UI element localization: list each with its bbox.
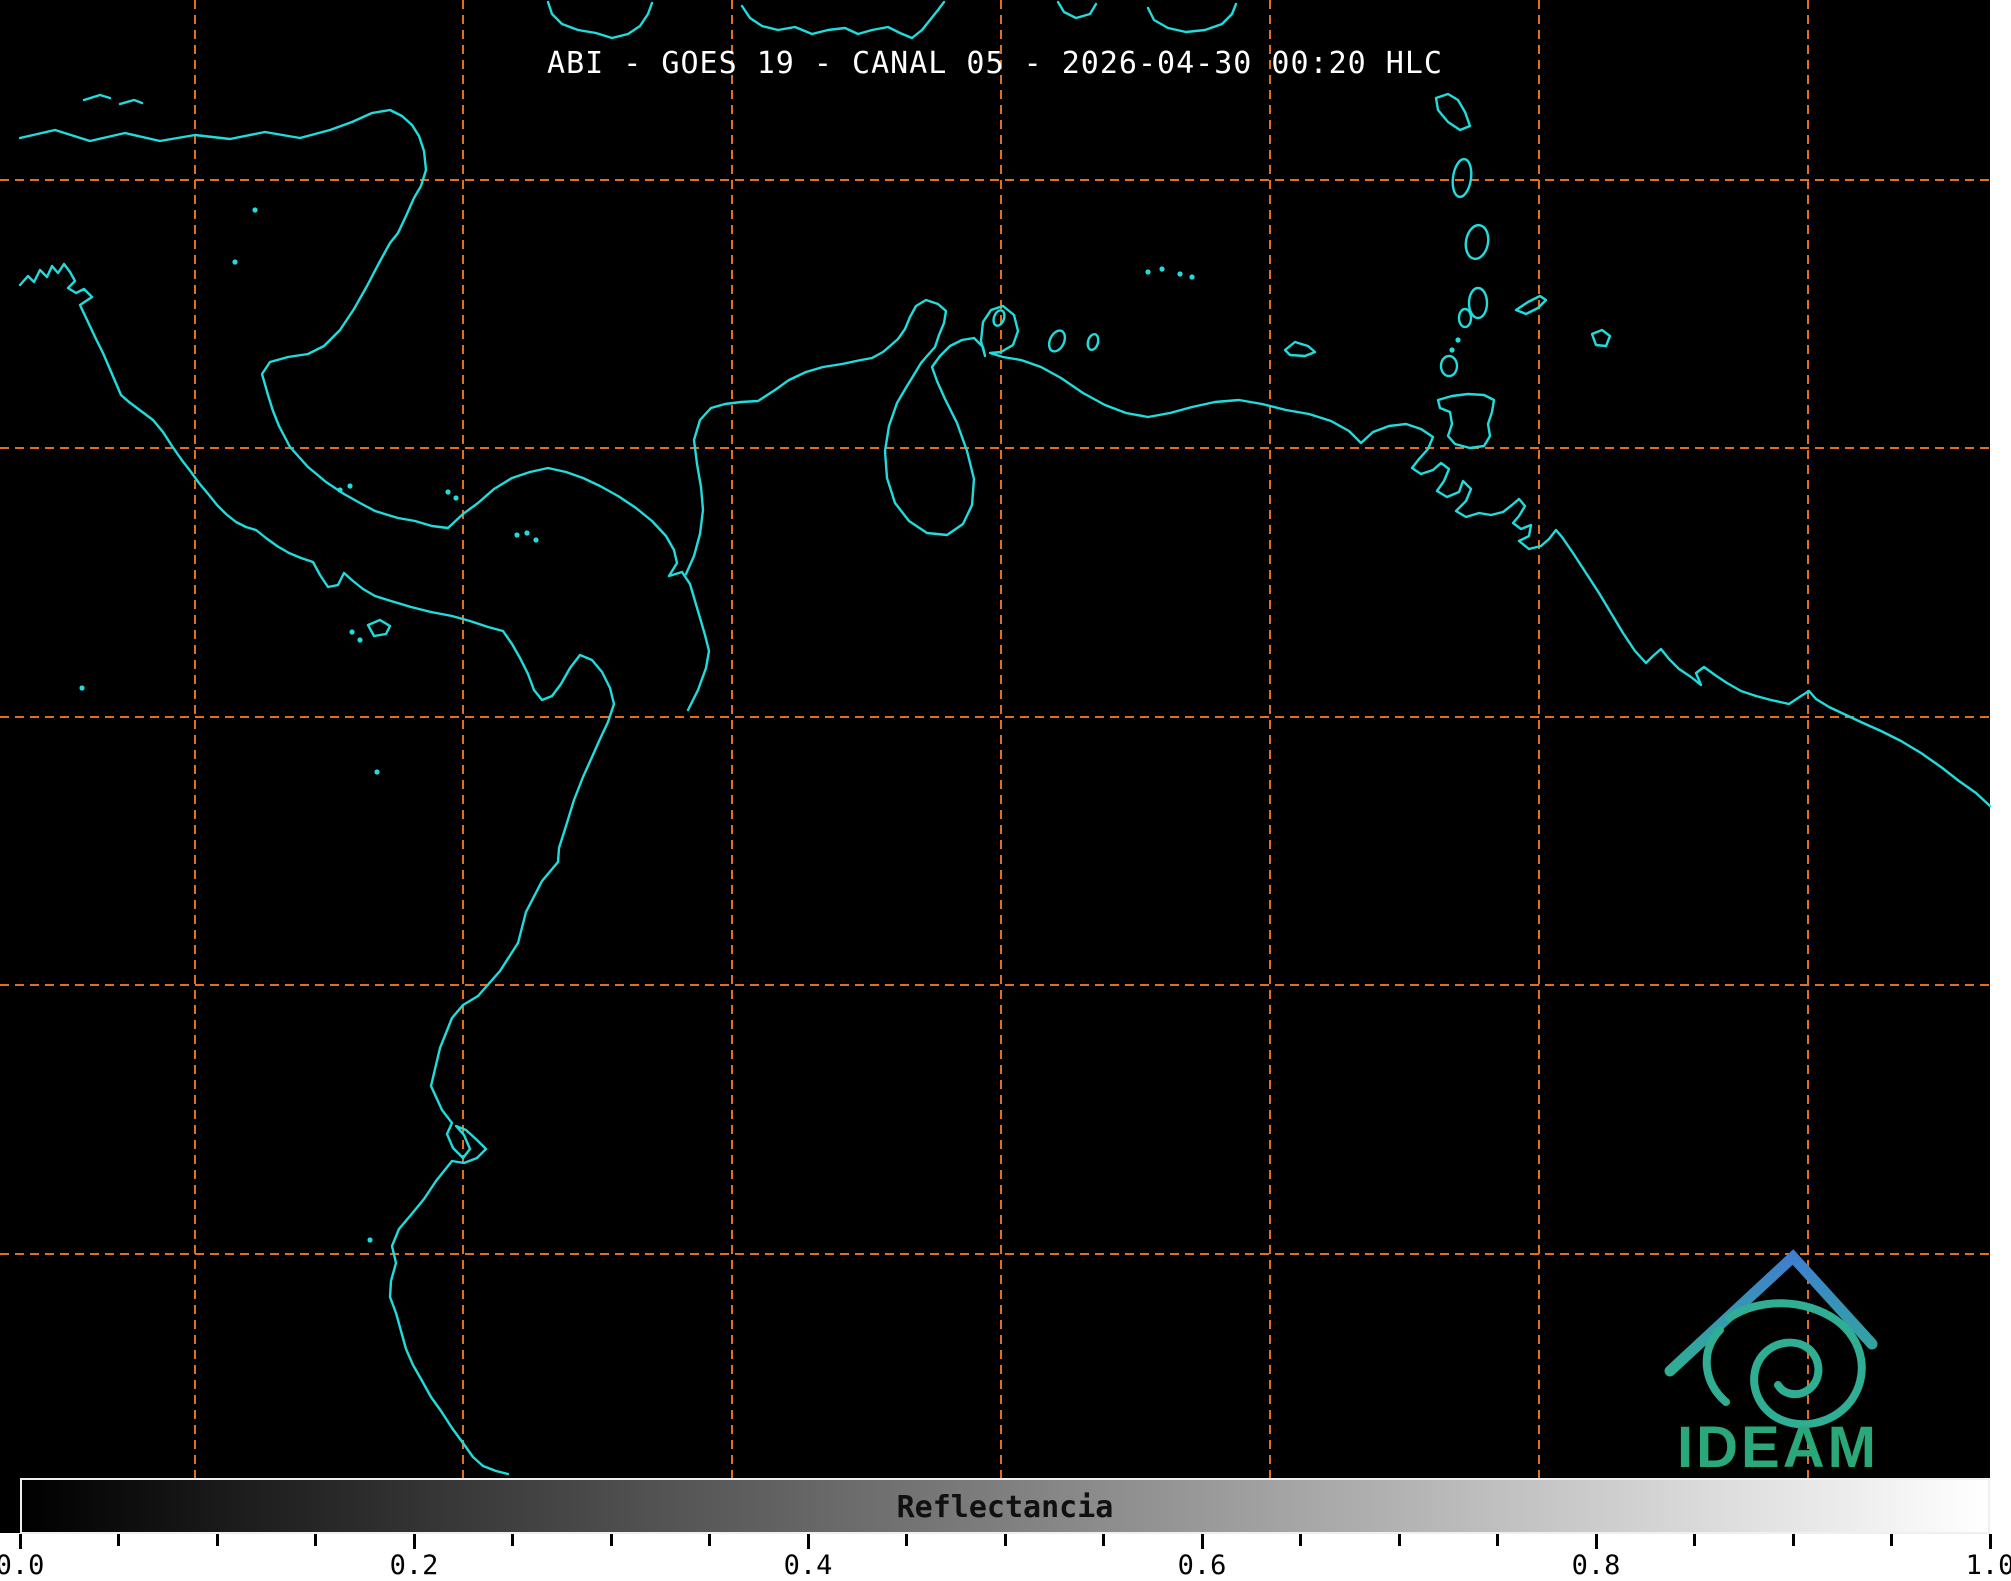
colorbar-minor-tick bbox=[1496, 1534, 1499, 1546]
colorbar-minor-tick bbox=[1003, 1534, 1007, 1546]
colorbar-minor-tick bbox=[1299, 1534, 1302, 1546]
los-roques-islet bbox=[1145, 269, 1151, 275]
colorbar-tick-label: 0.0 bbox=[0, 1550, 45, 1581]
product-title: ABI - GOES 19 - CANAL 05 - 2026-04-30 00… bbox=[547, 46, 1443, 81]
colorbar-minor-tick bbox=[1693, 1534, 1696, 1546]
colorbar-tick-label: 0.4 bbox=[783, 1550, 833, 1581]
colorbar-tick-label: 0.8 bbox=[1571, 1550, 1621, 1581]
bocas-islet bbox=[347, 483, 353, 489]
providencia-islet bbox=[252, 207, 258, 213]
grenadine-islet bbox=[1455, 337, 1461, 343]
colorbar-minor-tick bbox=[1791, 1534, 1795, 1546]
grenadine-islet bbox=[1449, 347, 1455, 353]
colorbar-major-tick bbox=[1988, 1534, 1992, 1549]
colorbar-tick-label: 0.6 bbox=[1177, 1550, 1227, 1581]
colorbar-label: Reflectancia bbox=[896, 1490, 1114, 1525]
colorbar-major-tick bbox=[412, 1534, 416, 1549]
colorbar-minor-tick bbox=[609, 1534, 613, 1546]
los-roques-islet bbox=[1159, 266, 1165, 272]
colorbar-minor-tick bbox=[117, 1534, 120, 1546]
colorbar-minor-tick bbox=[905, 1534, 908, 1546]
pacific-islet bbox=[374, 769, 380, 775]
colorbar-minor-tick bbox=[215, 1534, 219, 1546]
colorbar-major-tick bbox=[18, 1534, 22, 1549]
colorbar-tick-label: 1.0 bbox=[1965, 1550, 2011, 1581]
pacific-islet bbox=[79, 685, 85, 691]
canal-lake-islet bbox=[453, 495, 459, 501]
pearl-islet bbox=[514, 532, 520, 538]
satellite-product-figure: IDEAM ABI - GOES 19 - CANAL 05 - 2026-04… bbox=[0, 0, 2011, 1581]
map-background bbox=[0, 0, 1990, 1533]
bocas-islet bbox=[337, 487, 343, 493]
los-roques-islet bbox=[1177, 271, 1183, 277]
map-canvas: IDEAM bbox=[0, 0, 1992, 1533]
colorbar-major-tick bbox=[806, 1534, 810, 1549]
coiba-islet bbox=[349, 629, 355, 635]
los-roques-islet bbox=[1189, 274, 1195, 280]
pacific-islet bbox=[367, 1237, 373, 1243]
canal-lake-islet bbox=[445, 489, 451, 495]
colorbar-minor-tick bbox=[1397, 1534, 1401, 1546]
colorbar-minor-tick bbox=[1102, 1534, 1105, 1546]
ideam-logo-text: IDEAM bbox=[1677, 1415, 1879, 1480]
colorbar-minor-tick bbox=[314, 1534, 317, 1546]
coiba-islet bbox=[357, 637, 363, 643]
colorbar-major-tick bbox=[1594, 1534, 1598, 1549]
colorbar-minor-tick bbox=[1890, 1534, 1893, 1546]
pearl-islet bbox=[524, 530, 530, 536]
colorbar-tick-label: 0.2 bbox=[389, 1550, 439, 1581]
pearl-islet bbox=[533, 537, 539, 543]
san-andres-islet bbox=[232, 259, 238, 265]
colorbar-major-tick bbox=[1200, 1534, 1204, 1549]
colorbar-minor-tick bbox=[708, 1534, 711, 1546]
colorbar-minor-tick bbox=[511, 1534, 514, 1546]
